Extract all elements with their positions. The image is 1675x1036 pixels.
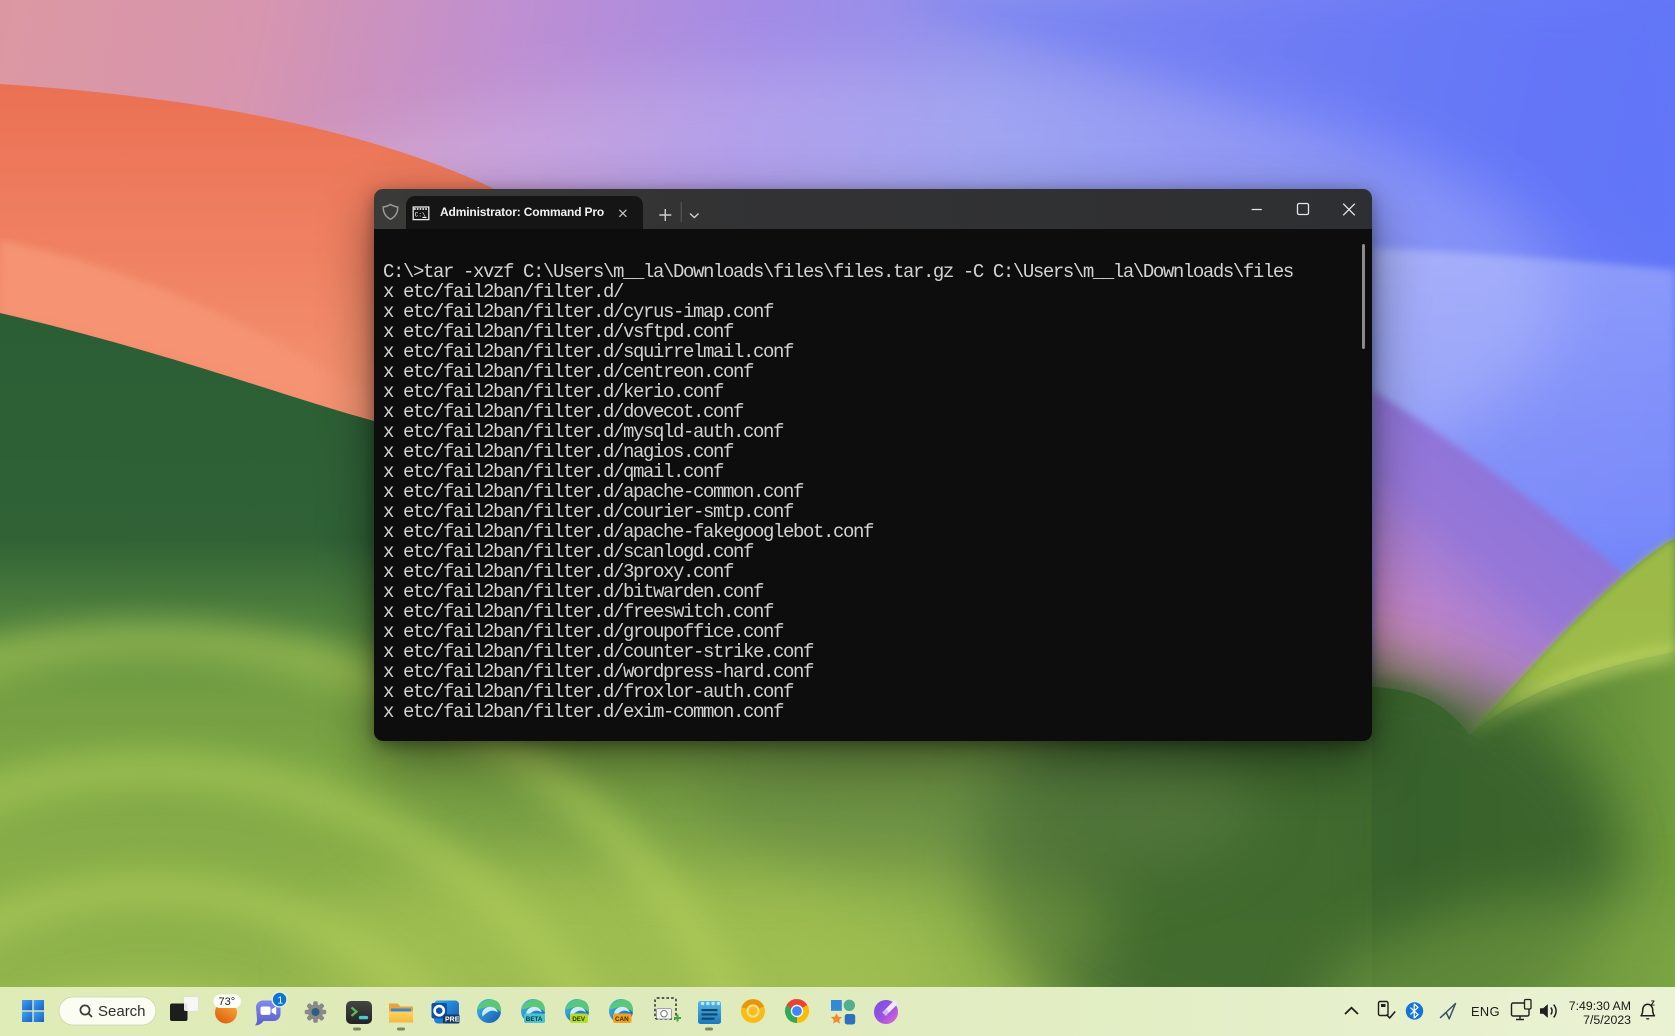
svg-text:73°: 73° bbox=[219, 996, 236, 1008]
svg-text:PRE: PRE bbox=[445, 1017, 460, 1024]
svg-text:1: 1 bbox=[277, 994, 283, 1006]
svg-text:Search: Search bbox=[98, 1003, 146, 1020]
svg-text:ENG: ENG bbox=[1471, 1004, 1500, 1019]
svg-text:z: z bbox=[1651, 998, 1656, 1008]
svg-text:CAN: CAN bbox=[615, 1016, 629, 1023]
svg-text:BETA: BETA bbox=[526, 1016, 543, 1023]
svg-text:DEV: DEV bbox=[572, 1016, 586, 1023]
